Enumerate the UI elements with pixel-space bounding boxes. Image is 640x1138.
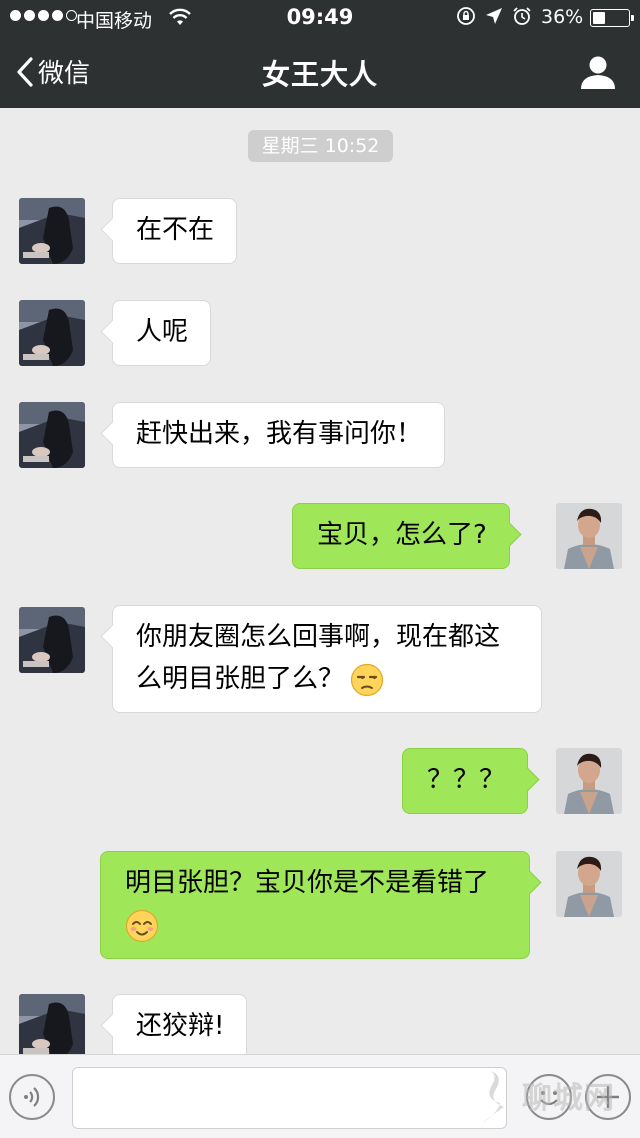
- contact-avatar[interactable]: [19, 607, 85, 673]
- message-text: 还狡辩!: [136, 1011, 225, 1041]
- my-avatar[interactable]: [556, 851, 622, 917]
- chat-area[interactable]: 星期三 10:52 在不在 人呢 赶快出来，我有事问你！ 宝贝，怎么了? 你朋友…: [0, 108, 640, 1054]
- emoji-button[interactable]: [526, 1074, 572, 1120]
- avatar-photo: [556, 748, 622, 814]
- voice-icon: [24, 1087, 40, 1107]
- input-bar: 聊城网: [0, 1054, 640, 1138]
- rotation-lock-icon: [457, 7, 475, 25]
- contact-avatar[interactable]: [19, 402, 85, 468]
- message-bubble-received[interactable]: 还狡辩!: [112, 994, 248, 1054]
- message-text: 在不在: [136, 215, 215, 245]
- avatar-photo: [19, 198, 85, 264]
- alarm-icon: [513, 7, 531, 25]
- message-text: ？？？: [427, 765, 506, 795]
- chat-title: 女王大人: [261, 58, 378, 91]
- message-bubble-received[interactable]: 人呢: [112, 300, 212, 366]
- contact-avatar[interactable]: [19, 198, 85, 264]
- avatar-photo: [19, 607, 85, 673]
- top-bar: 中国移动 09:49 36% 微信 女王大人: [0, 0, 640, 108]
- message-text-line: 么明目张胆了么？: [136, 658, 519, 700]
- message-bubble-sent[interactable]: 明目张胆？宝贝你是不是看错了: [100, 851, 530, 959]
- status-bar: 中国移动 09:49 36%: [0, 0, 640, 36]
- message-bubble-received[interactable]: 你朋友圈怎么回事啊，现在都这 么明目张胆了么？: [112, 605, 542, 713]
- avatar-photo: [556, 503, 622, 569]
- contact-avatar[interactable]: [19, 300, 85, 366]
- my-avatar[interactable]: [556, 503, 622, 569]
- message-bubble-received[interactable]: 在不在: [112, 198, 238, 264]
- message-text-line: 你朋友圈怎么回事啊，现在都这: [136, 622, 501, 652]
- avatar-photo: [556, 851, 622, 917]
- battery-percentage: 36%: [541, 6, 584, 28]
- plus-icon: [597, 1086, 619, 1108]
- message-emoji-line: [125, 904, 507, 946]
- nav-bar: 微信 女王大人: [0, 36, 640, 108]
- message-bubble-sent[interactable]: 宝贝，怎么了?: [292, 503, 510, 569]
- time-divider: 星期三 10:52: [248, 130, 393, 162]
- location-icon: [486, 8, 502, 24]
- message-text: 明目张胆？宝贝你是不是看错了: [125, 868, 490, 898]
- status-icons: [456, 6, 532, 26]
- avatar-photo: [19, 994, 85, 1054]
- person-icon[interactable]: [578, 54, 618, 90]
- battery-fill: [593, 12, 605, 24]
- voice-input-button[interactable]: [9, 1074, 55, 1120]
- avatar-photo: [19, 402, 85, 468]
- emoji-icon: [540, 1091, 558, 1106]
- message-text: 宝贝，怎么了?: [317, 520, 487, 550]
- message-bubble-sent[interactable]: ？？？: [402, 748, 529, 814]
- more-options-button[interactable]: [585, 1074, 631, 1120]
- battery-nub: [631, 15, 634, 21]
- message-input[interactable]: [72, 1067, 507, 1129]
- battery-icon: [590, 9, 634, 27]
- message-bubble-received[interactable]: 赶快出来，我有事问你！: [112, 402, 446, 468]
- unamused-face-emoji: [350, 663, 384, 696]
- my-avatar[interactable]: [556, 748, 622, 814]
- message-text: 人呢: [136, 317, 189, 347]
- message-text: 赶快出来，我有事问你！: [136, 419, 423, 449]
- message-text: 么明目张胆了么？: [136, 664, 345, 694]
- contact-avatar[interactable]: [19, 994, 85, 1054]
- avatar-photo: [19, 300, 85, 366]
- smiling-face-emoji: [125, 909, 159, 942]
